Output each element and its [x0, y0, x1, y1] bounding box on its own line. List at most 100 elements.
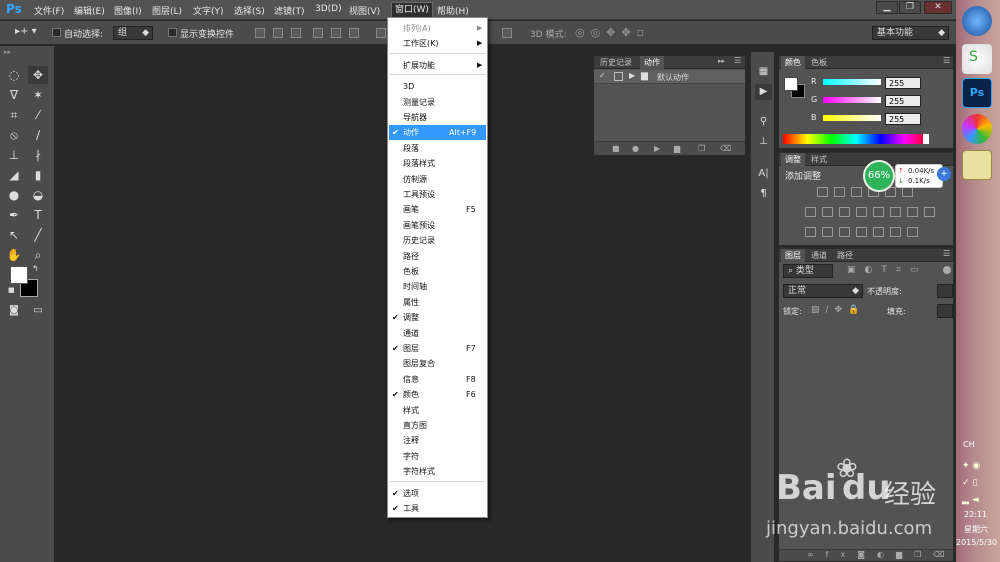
auto-select-checkbox[interactable] [52, 28, 61, 37]
action-set-row[interactable]: ✓ ▶ ▆ 默认动作 [594, 70, 745, 84]
window-menu-item[interactable]: 导航器 [389, 110, 486, 125]
quick-mask-icon[interactable]: ◙ [4, 302, 24, 320]
folder-icon[interactable] [962, 150, 992, 180]
adjustment-option-icon[interactable] [822, 227, 833, 237]
adjustment-option-icon[interactable] [890, 207, 901, 217]
adjustment-option-icon[interactable] [890, 227, 901, 237]
blur-icon[interactable]: ● [4, 186, 24, 204]
b-value[interactable]: 255 [885, 113, 921, 125]
restore-button[interactable]: ❐ [899, 1, 921, 14]
clock-time[interactable]: 22:11 [964, 510, 987, 519]
adjustment-option-icon[interactable] [924, 207, 935, 217]
window-menu-item[interactable]: 时间轴 [389, 279, 486, 294]
collapse-icon[interactable]: ▸▸ [4, 48, 11, 56]
zoom-tool-icon[interactable]: ⌕ [28, 246, 48, 264]
window-menu-item[interactable]: 测量记录 [389, 95, 486, 110]
window-menu-item[interactable]: 扩展功能 ▶ [389, 58, 486, 73]
menu-edit[interactable]: 编辑(E) [74, 4, 105, 17]
paragraph-panel-icon[interactable]: ¶ [755, 186, 772, 202]
menu-layer[interactable]: 图层(L) [152, 4, 182, 17]
trash-icon[interactable]: ⌫ [720, 144, 731, 153]
menu-select[interactable]: 选择(S) [234, 4, 265, 17]
history-brush-icon[interactable]: ∤ [28, 146, 48, 164]
window-menu-item[interactable]: 通道 [389, 326, 486, 341]
window-menu-item[interactable]: 字符 [389, 449, 486, 464]
check-icon[interactable]: ✓ [599, 71, 606, 80]
window-menu-item[interactable]: ✔ 工具 [389, 501, 486, 516]
window-menu-item[interactable]: 画笔预设 [389, 218, 486, 233]
align-top-icon[interactable] [255, 28, 265, 38]
window-menu-item[interactable]: 工具预设 [389, 187, 486, 202]
magic-wand-icon[interactable]: ✶ [28, 86, 48, 104]
adjustment-option-icon[interactable] [907, 207, 918, 217]
window-menu-item[interactable]: ✔ 颜色 F6 [389, 387, 486, 402]
clone-source-icon[interactable]: ⊥ [755, 134, 772, 150]
adjustment-option-icon[interactable] [851, 187, 862, 197]
window-menu-item[interactable]: 工作区(K) ▶ [389, 36, 486, 51]
window-menu-item[interactable]: ✔ 图层 F7 [389, 341, 486, 356]
menu-filter[interactable]: 滤镜(T) [274, 4, 305, 17]
window-menu-item[interactable]: 段落样式 [389, 156, 486, 171]
record-icon[interactable]: ● [632, 144, 639, 153]
photoshop-taskbar-icon[interactable]: Ps [962, 78, 992, 108]
align-hcenter-icon[interactable] [331, 28, 341, 38]
opacity-field[interactable] [937, 284, 953, 298]
adjustment-option-icon[interactable] [834, 187, 845, 197]
add-icon[interactable]: + [937, 167, 951, 181]
adjustment-option-icon[interactable] [805, 227, 816, 237]
eraser-icon[interactable]: ◢ [4, 166, 24, 184]
type-tool-icon[interactable]: T [28, 206, 48, 224]
filter-icons[interactable]: ▣◐T⌗▭ [847, 265, 927, 275]
menu-help[interactable]: 帮助(H) [437, 4, 469, 17]
tab-styles[interactable]: 样式 [807, 153, 831, 166]
align-bottom-icon[interactable] [291, 28, 301, 38]
move-tool-icon[interactable]: ✥ [28, 66, 48, 84]
tab-layers[interactable]: 图层 [781, 249, 805, 262]
window-menu-item[interactable]: 段落 [389, 141, 486, 156]
dodge-icon[interactable]: ◒ [28, 186, 48, 204]
start-button[interactable] [962, 6, 992, 36]
window-menu-item[interactable]: ✔ 调整 [389, 310, 486, 325]
new-set-icon[interactable]: ▆ [674, 144, 680, 153]
brush-tool-icon[interactable]: ∕ [28, 126, 48, 144]
b-slider[interactable] [823, 115, 881, 121]
lasso-tool-icon[interactable]: ᐁ [4, 86, 24, 104]
window-menu-item[interactable]: 直方图 [389, 418, 486, 433]
ime-indicator[interactable]: CH [963, 440, 975, 449]
pen-tool-icon[interactable]: ✒ [4, 206, 24, 224]
adjustment-option-icon[interactable] [907, 227, 918, 237]
window-menu-item[interactable]: 色板 [389, 264, 486, 279]
panel-menu-icon[interactable]: ☰ [943, 249, 950, 258]
menu-image[interactable]: 图像(I) [114, 4, 142, 17]
adjustment-option-icon[interactable] [822, 207, 833, 217]
blend-mode-select[interactable]: 正常 ◆ [783, 284, 863, 298]
workspace-select[interactable]: 基本功能 ◆ [872, 26, 949, 40]
g-slider[interactable] [823, 97, 881, 103]
path-select-icon[interactable]: ↖ [4, 226, 24, 244]
menu-type[interactable]: 文字(Y) [193, 4, 224, 17]
marquee-tool-icon[interactable]: ◌ [4, 66, 24, 84]
gradient-icon[interactable]: ▮ [28, 166, 48, 184]
panel-menu-icon[interactable]: ☰ [943, 56, 950, 65]
history-panel-icon[interactable]: ▦ [755, 64, 772, 80]
panel-menu-icon[interactable]: ☰ [734, 56, 741, 65]
dialog-toggle-icon[interactable] [614, 72, 623, 81]
adjustment-option-icon[interactable] [873, 227, 884, 237]
adjustment-option-icon[interactable] [856, 207, 867, 217]
default-colors-icon[interactable]: ■ [8, 286, 15, 294]
align-right-icon[interactable] [349, 28, 359, 38]
window-menu-item[interactable]: 样式 [389, 403, 486, 418]
window-menu-item[interactable]: 历史记录 [389, 233, 486, 248]
auto-align-icon[interactable] [502, 28, 512, 38]
hand-tool-icon[interactable]: ✋ [4, 246, 24, 264]
tray-icons[interactable]: ✦ ◉ ✓ ▯ ▂ ◄ [962, 458, 992, 509]
align-left-icon[interactable] [313, 28, 323, 38]
color-ramp[interactable] [783, 134, 929, 144]
distribute-icon[interactable] [376, 28, 386, 38]
swap-colors-icon[interactable]: ↰ [32, 264, 39, 273]
window-menu-item[interactable]: ✔ 动作 Alt+F9 [389, 125, 486, 141]
tab-history[interactable]: 历史记录 [596, 56, 636, 69]
menu-3d[interactable]: 3D(D) [315, 4, 342, 14]
window-menu-item[interactable]: 排列(A) ▶ [389, 21, 486, 36]
adjustment-option-icon[interactable] [839, 207, 850, 217]
